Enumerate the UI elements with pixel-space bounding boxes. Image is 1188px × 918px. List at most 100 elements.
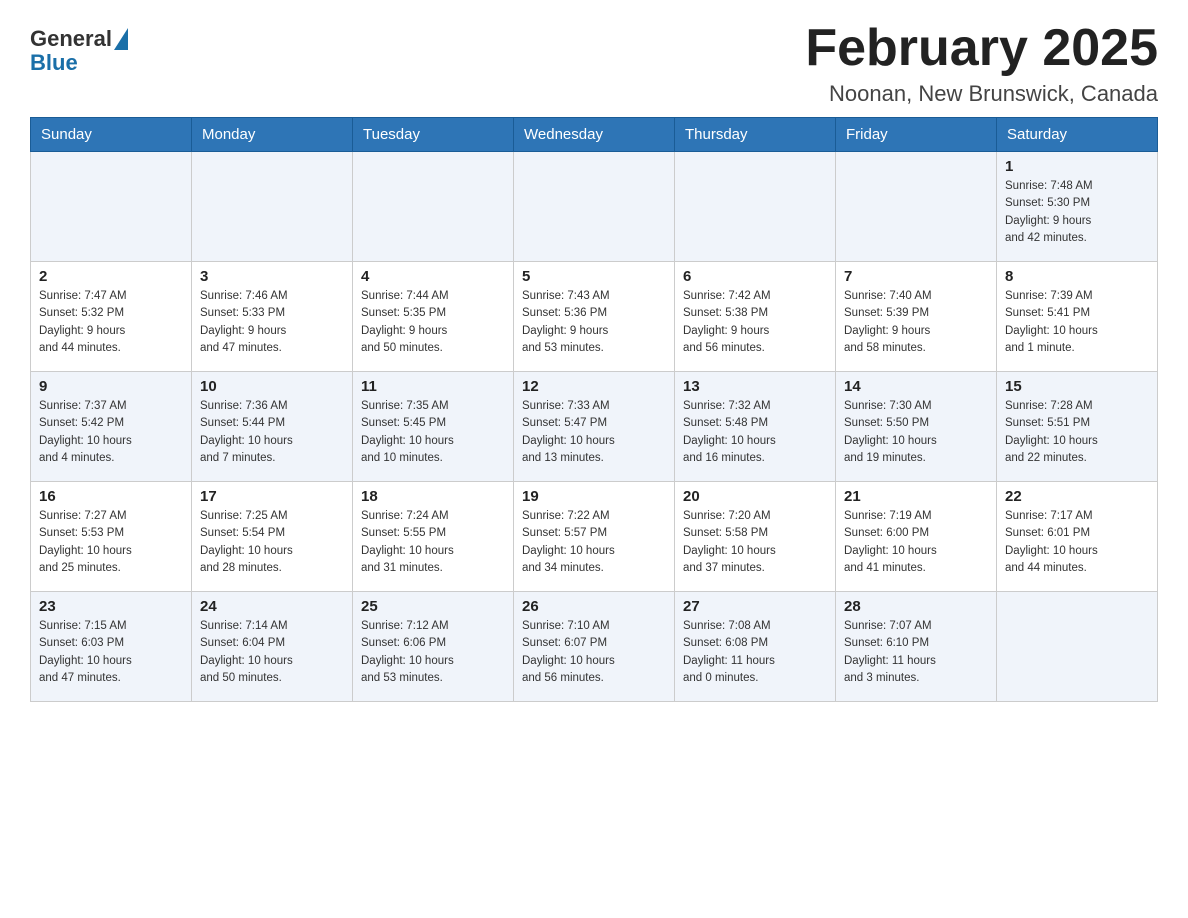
day-info: Sunrise: 7:48 AMSunset: 5:30 PMDaylight:… [1005,178,1149,247]
table-row: 23 Sunrise: 7:15 AMSunset: 6:03 PMDayligh… [31,592,192,702]
day-number: 2 [39,268,183,285]
table-row: 27 Sunrise: 7:08 AMSunset: 6:08 PMDayligh… [675,592,836,702]
table-row: 9Sunrise: 7:37 AMSunset: 5:42 PMDaylight… [31,372,192,482]
day-number: 7 [844,268,988,285]
calendar-header-row: Sunday Monday Tuesday Wednesday Thursday… [31,118,1158,152]
col-tuesday: Tuesday [353,118,514,152]
calendar-week-row: 16 Sunrise: 7:27 AMSunset: 5:53 PMDayligh… [31,482,1158,592]
table-row: 1 Sunrise: 7:48 AMSunset: 5:30 PMDaylight… [997,152,1158,262]
table-row: 25 Sunrise: 7:12 AMSunset: 6:06 PMDayligh… [353,592,514,702]
day-number: 14 [844,378,988,395]
table-row [353,152,514,262]
day-number: 20 [683,488,827,505]
table-row: 18 Sunrise: 7:24 AMSunset: 5:55 PMDayligh… [353,482,514,592]
day-info: Sunrise: 7:10 AMSunset: 6:07 PMDaylight:… [522,618,666,687]
day-info: Sunrise: 7:25 AMSunset: 5:54 PMDaylight:… [200,508,344,577]
day-info: Sunrise: 7:42 AMSunset: 5:38 PMDaylight:… [683,288,827,357]
day-number: 8 [1005,268,1149,285]
day-number: 21 [844,488,988,505]
day-number: 19 [522,488,666,505]
day-number: 1 [1005,158,1149,175]
day-info: Sunrise: 7:36 AMSunset: 5:44 PMDaylight:… [200,398,344,467]
day-number: 9 [39,378,183,395]
day-number: 12 [522,378,666,395]
day-info: Sunrise: 7:08 AMSunset: 6:08 PMDaylight:… [683,618,827,687]
table-row: 16 Sunrise: 7:27 AMSunset: 5:53 PMDayligh… [31,482,192,592]
day-info: Sunrise: 7:32 AMSunset: 5:48 PMDaylight:… [683,398,827,467]
day-info: Sunrise: 7:30 AMSunset: 5:50 PMDaylight:… [844,398,988,467]
day-number: 11 [361,378,505,395]
col-wednesday: Wednesday [514,118,675,152]
day-number: 27 [683,598,827,615]
calendar-week-row: 2 Sunrise: 7:47 AMSunset: 5:32 PMDaylight… [31,262,1158,372]
table-row: 21Sunrise: 7:19 AMSunset: 6:00 PMDayligh… [836,482,997,592]
table-row: 13 Sunrise: 7:32 AMSunset: 5:48 PMDayligh… [675,372,836,482]
day-number: 22 [1005,488,1149,505]
table-row: 17 Sunrise: 7:25 AMSunset: 5:54 PMDayligh… [192,482,353,592]
table-row: 22 Sunrise: 7:17 AMSunset: 6:01 PMDayligh… [997,482,1158,592]
table-row [836,152,997,262]
day-number: 28 [844,598,988,615]
day-number: 18 [361,488,505,505]
day-info: Sunrise: 7:24 AMSunset: 5:55 PMDaylight:… [361,508,505,577]
day-info: Sunrise: 7:39 AMSunset: 5:41 PMDaylight:… [1005,288,1149,357]
table-row: 28 Sunrise: 7:07 AMSunset: 6:10 PMDayligh… [836,592,997,702]
day-info: Sunrise: 7:20 AMSunset: 5:58 PMDaylight:… [683,508,827,577]
location-subtitle: Noonan, New Brunswick, Canada [805,81,1158,107]
col-monday: Monday [192,118,353,152]
table-row: 5 Sunrise: 7:43 AMSunset: 5:36 PMDaylight… [514,262,675,372]
table-row [192,152,353,262]
table-row: 8 Sunrise: 7:39 AMSunset: 5:41 PMDaylight… [997,262,1158,372]
table-row [514,152,675,262]
day-info: Sunrise: 7:43 AMSunset: 5:36 PMDaylight:… [522,288,666,357]
day-number: 26 [522,598,666,615]
table-row: 2 Sunrise: 7:47 AMSunset: 5:32 PMDaylight… [31,262,192,372]
day-info: Sunrise: 7:47 AMSunset: 5:32 PMDaylight:… [39,288,183,357]
day-info: Sunrise: 7:33 AMSunset: 5:47 PMDaylight:… [522,398,666,467]
col-sunday: Sunday [31,118,192,152]
day-info: Sunrise: 7:40 AMSunset: 5:39 PMDaylight:… [844,288,988,357]
table-row: 11 Sunrise: 7:35 AMSunset: 5:45 PMDayligh… [353,372,514,482]
month-title: February 2025 [805,20,1158,77]
page-header: General Blue February 2025 Noonan, New B… [30,20,1158,107]
day-number: 23 [39,598,183,615]
day-number: 15 [1005,378,1149,395]
day-number: 24 [200,598,344,615]
day-number: 17 [200,488,344,505]
calendar-table: Sunday Monday Tuesday Wednesday Thursday… [30,117,1158,702]
table-row: 14 Sunrise: 7:30 AMSunset: 5:50 PMDayligh… [836,372,997,482]
table-row: 7 Sunrise: 7:40 AMSunset: 5:39 PMDaylight… [836,262,997,372]
table-row: 20 Sunrise: 7:20 AMSunset: 5:58 PMDayligh… [675,482,836,592]
table-row: 24Sunrise: 7:14 AMSunset: 6:04 PMDayligh… [192,592,353,702]
col-saturday: Saturday [997,118,1158,152]
calendar-week-row: 1 Sunrise: 7:48 AMSunset: 5:30 PMDaylight… [31,152,1158,262]
table-row: 26 Sunrise: 7:10 AMSunset: 6:07 PMDayligh… [514,592,675,702]
day-number: 25 [361,598,505,615]
table-row [675,152,836,262]
table-row: 6 Sunrise: 7:42 AMSunset: 5:38 PMDaylight… [675,262,836,372]
day-info: Sunrise: 7:44 AMSunset: 5:35 PMDaylight:… [361,288,505,357]
day-info: Sunrise: 7:12 AMSunset: 6:06 PMDaylight:… [361,618,505,687]
day-number: 13 [683,378,827,395]
day-info: Sunrise: 7:22 AMSunset: 5:57 PMDaylight:… [522,508,666,577]
day-info: Sunrise: 7:07 AMSunset: 6:10 PMDaylight:… [844,618,988,687]
table-row [997,592,1158,702]
day-info: Sunrise: 7:46 AMSunset: 5:33 PMDaylight:… [200,288,344,357]
day-info: Sunrise: 7:17 AMSunset: 6:01 PMDaylight:… [1005,508,1149,577]
day-number: 6 [683,268,827,285]
table-row: 19 Sunrise: 7:22 AMSunset: 5:57 PMDayligh… [514,482,675,592]
calendar-week-row: 23 Sunrise: 7:15 AMSunset: 6:03 PMDayligh… [31,592,1158,702]
col-thursday: Thursday [675,118,836,152]
logo-blue-text: Blue [30,50,78,76]
day-info: Sunrise: 7:27 AMSunset: 5:53 PMDaylight:… [39,508,183,577]
day-number: 5 [522,268,666,285]
table-row: 15Sunrise: 7:28 AMSunset: 5:51 PMDayligh… [997,372,1158,482]
day-info: Sunrise: 7:35 AMSunset: 5:45 PMDaylight:… [361,398,505,467]
day-number: 16 [39,488,183,505]
day-number: 10 [200,378,344,395]
calendar-week-row: 9Sunrise: 7:37 AMSunset: 5:42 PMDaylight… [31,372,1158,482]
logo-general-text: General [30,26,112,52]
day-info: Sunrise: 7:15 AMSunset: 6:03 PMDaylight:… [39,618,183,687]
table-row: 3Sunrise: 7:46 AMSunset: 5:33 PMDaylight… [192,262,353,372]
table-row: 12 Sunrise: 7:33 AMSunset: 5:47 PMDayligh… [514,372,675,482]
